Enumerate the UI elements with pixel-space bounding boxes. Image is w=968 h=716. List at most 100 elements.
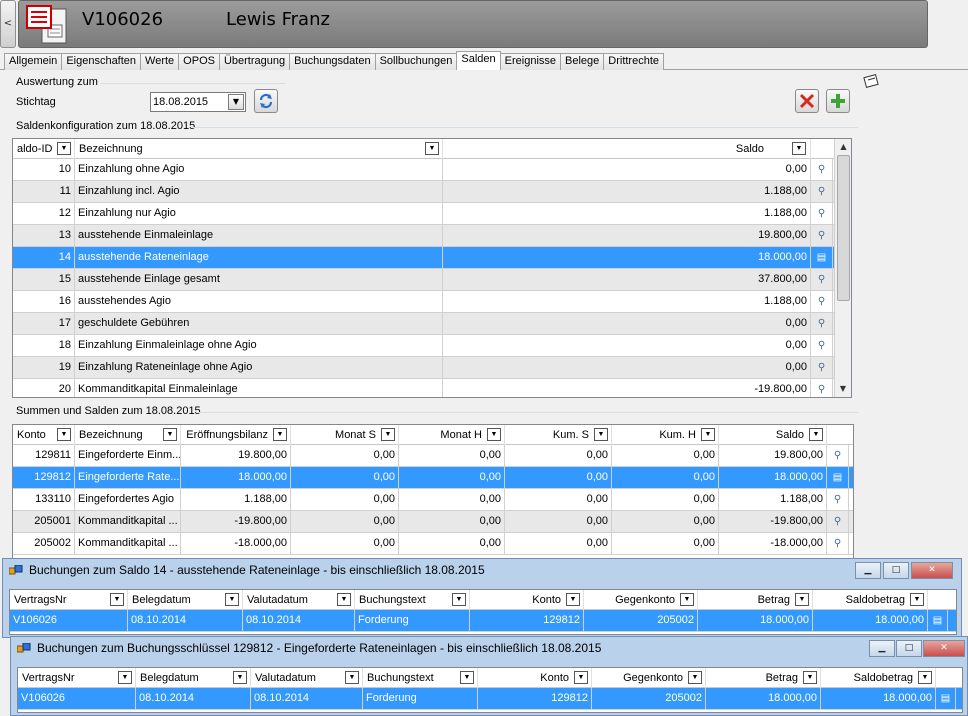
- col-header-betrag[interactable]: Betrag ▼: [706, 668, 821, 688]
- filter-dropdown-icon[interactable]: ▼: [57, 428, 71, 441]
- tab-salden[interactable]: Salden: [456, 51, 501, 70]
- filter-dropdown-icon[interactable]: ▼: [425, 142, 439, 155]
- saldo-config-row[interactable]: 14 ausstehende Rateneinlage 18.000,00 ▤: [13, 247, 851, 269]
- magnifier-icon[interactable]: ⚲: [811, 225, 833, 246]
- document-icon[interactable]: ▤: [928, 610, 948, 631]
- minimize-button[interactable]: ▁: [869, 640, 895, 657]
- col-header-kum-s[interactable]: Kum. S ▼: [505, 425, 612, 445]
- saldo-config-row[interactable]: 17 geschuldete Gebühren 0,00 ⚲: [13, 313, 851, 335]
- filter-dropdown-icon[interactable]: ▼: [110, 593, 124, 606]
- col-header-monat-h[interactable]: Monat H ▼: [399, 425, 505, 445]
- filter-dropdown-icon[interactable]: ▼: [57, 142, 71, 155]
- filter-dropdown-icon[interactable]: ▼: [381, 428, 395, 441]
- tab-eigenschaften[interactable]: Eigenschaften: [61, 53, 142, 70]
- filter-dropdown-icon[interactable]: ▼: [809, 428, 823, 441]
- filter-dropdown-icon[interactable]: ▼: [118, 671, 132, 684]
- col-header-konto[interactable]: Konto ▼: [13, 425, 75, 445]
- filter-dropdown-icon[interactable]: ▼: [163, 428, 177, 441]
- saldo-config-scrollbar[interactable]: ▲ ▼: [834, 139, 851, 397]
- close-button[interactable]: ✕: [923, 640, 965, 657]
- col-header-bezeichnung[interactable]: Bezeichnung ▼: [75, 139, 443, 159]
- col-header-valutadatum[interactable]: Valutadatum ▼: [251, 668, 363, 688]
- minimize-button[interactable]: ▁: [855, 562, 881, 579]
- summen-row[interactable]: 205001 Kommanditkapital ... -19.800,00 0,00…: [13, 511, 853, 533]
- filter-dropdown-icon[interactable]: ▼: [680, 593, 694, 606]
- tab-belege[interactable]: Belege: [560, 53, 605, 70]
- filter-dropdown-icon[interactable]: ▼: [452, 593, 466, 606]
- col-header-bezeichnung[interactable]: Bezeichnung ▼: [75, 425, 181, 445]
- tab-allgemein[interactable]: Allgemein: [4, 53, 63, 70]
- saldo-config-row[interactable]: 12 Einzahlung nur Agio 1.188,00 ⚲: [13, 203, 851, 225]
- magnifier-icon[interactable]: ⚲: [827, 533, 849, 554]
- saldo-config-row[interactable]: 19 Einzahlung Rateneinlage ohne Agio 0,00 ⚲: [13, 357, 851, 379]
- magnifier-icon[interactable]: ⚲: [811, 269, 833, 290]
- filter-dropdown-icon[interactable]: ▼: [233, 671, 247, 684]
- col-header-saldo-id[interactable]: aldo-ID ▼: [13, 139, 75, 159]
- close-button[interactable]: ✕: [911, 562, 953, 579]
- col-header-vertragsnr[interactable]: VertragsNr ▼: [10, 590, 128, 610]
- filter-dropdown-icon[interactable]: ▼: [910, 593, 924, 606]
- col-header-saldobetrag[interactable]: Saldobetrag ▼: [821, 668, 936, 688]
- filter-dropdown-icon[interactable]: ▼: [688, 671, 702, 684]
- add-button[interactable]: [826, 89, 850, 113]
- magnifier-icon[interactable]: ⚲: [811, 335, 833, 356]
- tab-sollbuchungen[interactable]: Sollbuchungen: [374, 53, 458, 70]
- saldo-config-row[interactable]: 11 Einzahlung incl. Agio 1.188,00 ⚲: [13, 181, 851, 203]
- document-icon[interactable]: ▤: [936, 688, 956, 709]
- filter-dropdown-icon[interactable]: ▼: [337, 593, 351, 606]
- tab-uebertragung[interactable]: Übertragung: [218, 53, 291, 70]
- filter-dropdown-icon[interactable]: ▼: [918, 671, 932, 684]
- filter-dropdown-icon[interactable]: ▼: [487, 428, 501, 441]
- magnifier-icon[interactable]: ⚲: [811, 379, 833, 397]
- magnifier-icon[interactable]: ⚲: [811, 159, 833, 180]
- filter-dropdown-icon[interactable]: ▼: [574, 671, 588, 684]
- col-header-saldo[interactable]: Saldo ▼: [443, 139, 811, 159]
- note-icon[interactable]: [862, 72, 882, 90]
- col-header-gegenkonto[interactable]: Gegenkonto ▼: [584, 590, 698, 610]
- filter-dropdown-icon[interactable]: ▼: [460, 671, 474, 684]
- col-header-eroeffnungsbilanz[interactable]: Eröffnungsbilanz ▼: [181, 425, 291, 445]
- filter-dropdown-icon[interactable]: ▼: [701, 428, 715, 441]
- saldo-config-row[interactable]: 13 ausstehende Einmaleinlage 19.800,00 ⚲: [13, 225, 851, 247]
- col-header-gegenkonto[interactable]: Gegenkonto ▼: [592, 668, 706, 688]
- filter-dropdown-icon[interactable]: ▼: [225, 593, 239, 606]
- col-header-konto[interactable]: Konto ▼: [478, 668, 592, 688]
- date-dropdown-button[interactable]: ▼: [228, 94, 244, 110]
- summen-row[interactable]: 133110 Eingefordertes Agio 1.188,00 0,00 0,0…: [13, 489, 853, 511]
- filter-dropdown-icon[interactable]: ▼: [566, 593, 580, 606]
- magnifier-icon[interactable]: ⚲: [811, 357, 833, 378]
- magnifier-icon[interactable]: ⚲: [827, 489, 849, 510]
- summen-row[interactable]: 129812 Eingeforderte Rate... 18.000,00 0,00…: [13, 467, 853, 489]
- magnifier-icon[interactable]: ⚲: [827, 445, 849, 466]
- col-header-kum-h[interactable]: Kum. H ▼: [612, 425, 719, 445]
- saldo-config-row[interactable]: 18 Einzahlung Einmaleinlage ohne Agio 0,00…: [13, 335, 851, 357]
- tab-drittrechte[interactable]: Drittrechte: [603, 53, 665, 70]
- col-header-buchungstext[interactable]: Buchungstext ▼: [355, 590, 470, 610]
- document-icon[interactable]: ▤: [811, 247, 833, 268]
- filter-dropdown-icon[interactable]: ▼: [345, 671, 359, 684]
- filter-dropdown-icon[interactable]: ▼: [594, 428, 608, 441]
- magnifier-icon[interactable]: ⚲: [811, 181, 833, 202]
- scroll-thumb[interactable]: [837, 155, 850, 301]
- summen-row[interactable]: 205002 Kommanditkapital ... -18.000,00 0,00…: [13, 533, 853, 555]
- refresh-button[interactable]: [254, 89, 278, 113]
- col-header-betrag[interactable]: Betrag ▼: [698, 590, 813, 610]
- tab-werte[interactable]: Werte: [140, 53, 180, 70]
- tab-ereignisse[interactable]: Ereignisse: [499, 53, 561, 70]
- col-header-buchungstext[interactable]: Buchungstext ▼: [363, 668, 478, 688]
- magnifier-icon[interactable]: ⚲: [811, 203, 833, 224]
- magnifier-icon[interactable]: ⚲: [811, 291, 833, 312]
- collapse-sidebar-button[interactable]: <: [0, 0, 16, 48]
- filter-dropdown-icon[interactable]: ▼: [795, 593, 809, 606]
- col-header-monat-s[interactable]: Monat S ▼: [291, 425, 399, 445]
- maximize-button[interactable]: □: [896, 640, 922, 657]
- saldo-config-row[interactable]: 15 ausstehende Einlage gesamt 37.800,00 ⚲: [13, 269, 851, 291]
- col-header-belegdatum[interactable]: Belegdatum ▼: [128, 590, 243, 610]
- tab-opos[interactable]: OPOS: [178, 53, 220, 70]
- summen-row[interactable]: 129811 Eingeforderte Einm... 19.800,00 0,00…: [13, 445, 853, 467]
- maximize-button[interactable]: □: [883, 562, 909, 579]
- col-header-vertragsnr[interactable]: VertragsNr ▼: [18, 668, 136, 688]
- magnifier-icon[interactable]: ⚲: [811, 313, 833, 334]
- dialog-row[interactable]: V106026 08.10.2014 08.10.2014 Forderung 1298…: [10, 610, 956, 632]
- scroll-up-icon[interactable]: ▲: [835, 139, 851, 155]
